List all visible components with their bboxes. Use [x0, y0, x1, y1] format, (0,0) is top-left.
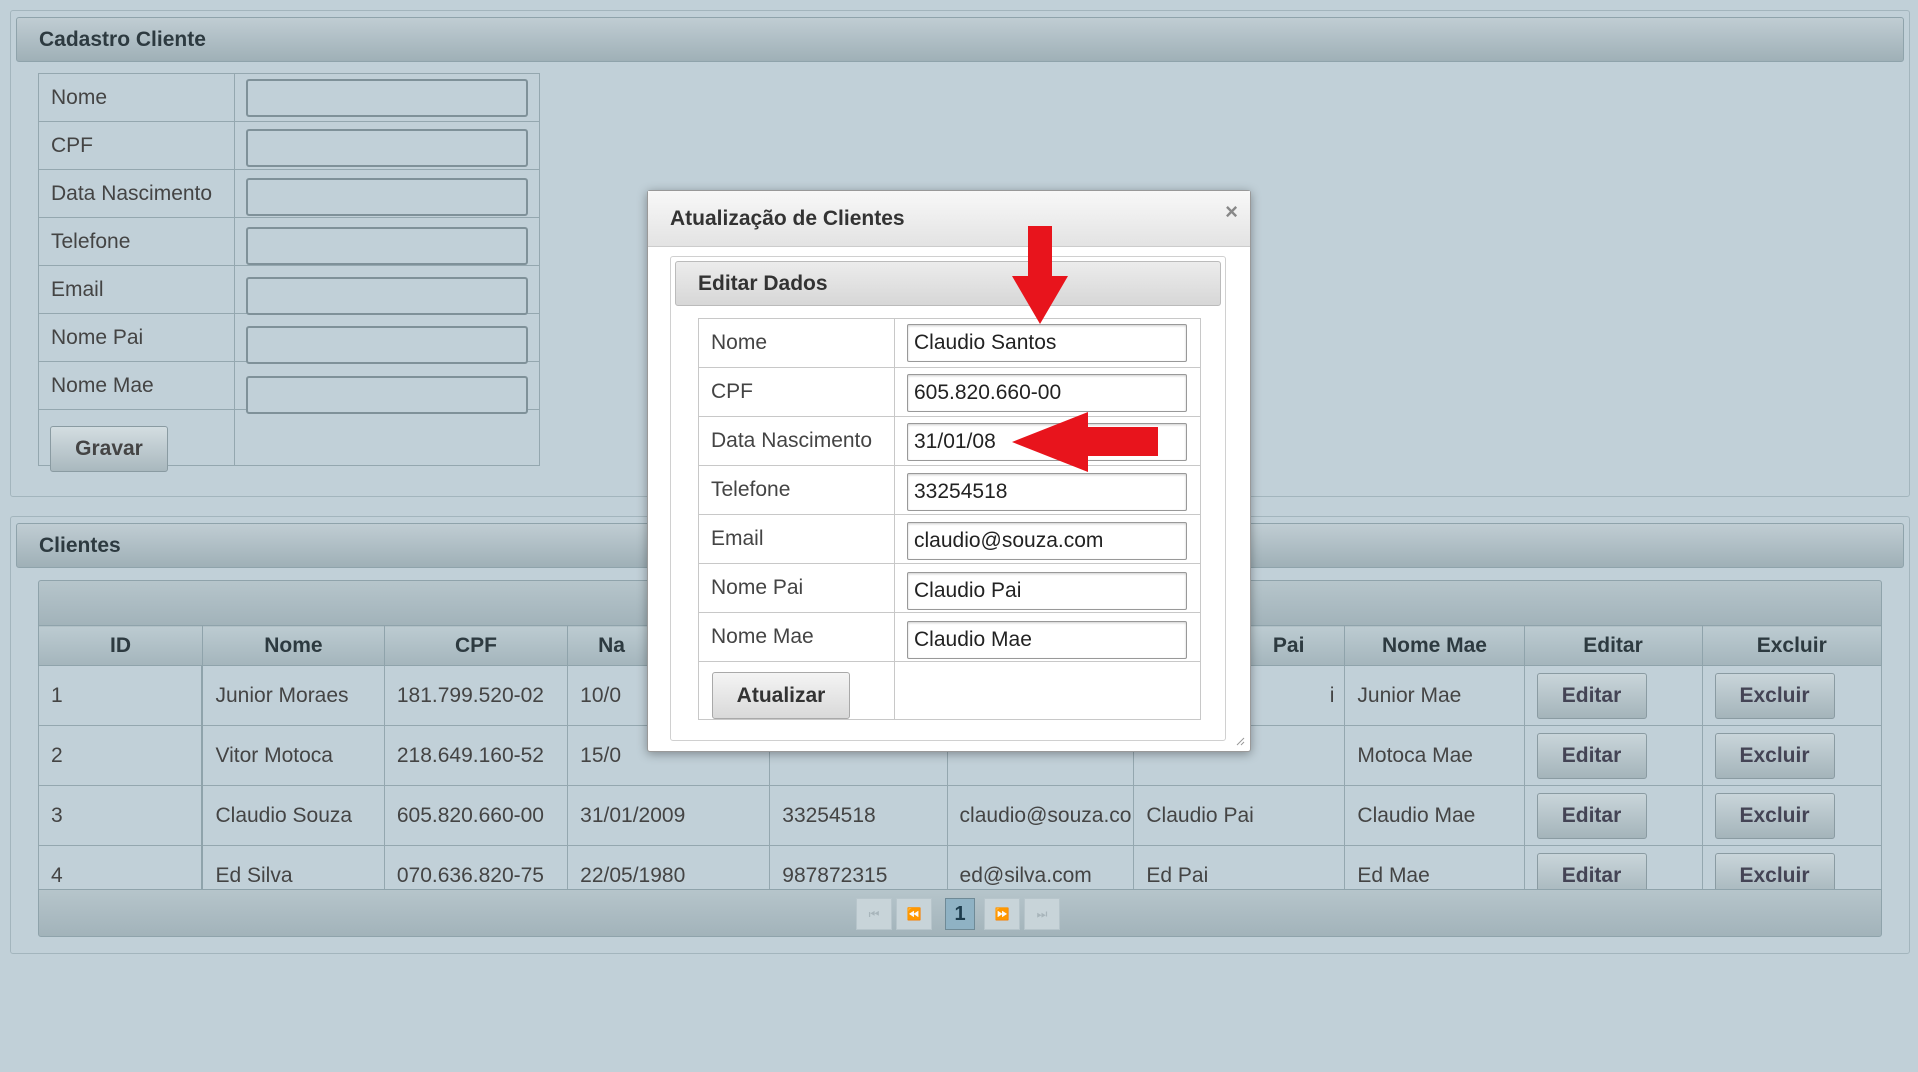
label-data-nascimento: Data Nascimento	[51, 181, 213, 205]
telefone-input[interactable]	[246, 227, 528, 265]
dlg-label-nome-mae: Nome Mae	[711, 625, 814, 648]
cell-email: claudio@souza.co	[947, 785, 1135, 846]
cell-cpf: 605.820.660-00	[384, 785, 569, 846]
col-cpf[interactable]: CPF	[383, 625, 569, 666]
dlg-label-data-nascimento: Data Nascimento	[711, 429, 873, 452]
cell-nome: Vitor Motoca	[202, 725, 385, 786]
dlg-email-input[interactable]	[907, 522, 1187, 560]
prev-page-button[interactable]: ⏪	[896, 898, 932, 930]
cpf-input[interactable]	[246, 129, 528, 167]
current-page-button[interactable]: 1	[945, 898, 975, 930]
nome-pai-input[interactable]	[246, 326, 528, 364]
cell-nascimento: 31/01/2009	[567, 785, 771, 846]
dlg-label-email: Email	[711, 527, 764, 550]
email-input[interactable]	[246, 277, 528, 315]
dlg-telefone-input[interactable]	[907, 473, 1187, 511]
arrow-left-icon	[1012, 412, 1158, 472]
label-nome-pai: Nome Pai	[51, 325, 144, 349]
editar-button[interactable]: Editar	[1536, 672, 1647, 719]
cell-nome: Claudio Souza	[202, 785, 385, 846]
arrow-down-icon	[1012, 226, 1068, 324]
resize-handle-icon[interactable]	[1235, 736, 1245, 746]
col-editar[interactable]: Editar	[1523, 625, 1703, 666]
cadastro-title: Cadastro Cliente	[39, 27, 206, 51]
data-nascimento-input[interactable]	[246, 178, 528, 216]
col-excluir[interactable]: Excluir	[1701, 625, 1883, 666]
dialog-titlebar: Atualização de Clientes	[648, 191, 1250, 247]
table-row[interactable]: 3 Claudio Souza 605.820.660-00 31/01/200…	[38, 785, 1883, 846]
nome-input[interactable]	[246, 79, 528, 117]
clientes-title: Clientes	[39, 533, 121, 557]
cell-id: 3	[38, 785, 204, 846]
dlg-label-cpf: CPF	[711, 380, 753, 403]
dlg-nome-mae-input[interactable]	[907, 621, 1187, 659]
col-id[interactable]: ID	[38, 625, 203, 666]
cell-nome-mae: Junior Mae	[1344, 665, 1525, 726]
dlg-nome-pai-input[interactable]	[907, 572, 1187, 610]
atualizacao-dialog: Atualização de Clientes × Editar Dados N…	[647, 190, 1251, 752]
gravar-button[interactable]: Gravar	[50, 426, 168, 472]
cell-nome-mae: Motoca Mae	[1344, 725, 1525, 786]
cadastro-header: Cadastro Cliente	[16, 17, 1904, 62]
cell-cpf: 181.799.520-02	[384, 665, 569, 726]
atualizar-button[interactable]: Atualizar	[712, 672, 850, 719]
dlg-label-nome: Nome	[711, 331, 768, 354]
cell-nome-pai: Claudio Pai	[1133, 785, 1346, 846]
label-nome: Nome	[51, 85, 108, 109]
dialog-title: Atualização de Clientes	[670, 206, 905, 230]
label-telefone: Telefone	[51, 229, 131, 253]
dlg-nome-input[interactable]	[907, 324, 1187, 362]
col-nome-mae[interactable]: Nome Mae	[1344, 625, 1525, 666]
next-page-button[interactable]: ⏩	[984, 898, 1020, 930]
nome-mae-input[interactable]	[246, 376, 528, 414]
editar-button[interactable]: Editar	[1536, 732, 1647, 779]
cell-cpf: 218.649.160-52	[384, 725, 569, 786]
cell-id: 1	[38, 665, 204, 726]
close-icon[interactable]: ×	[1225, 199, 1238, 225]
last-page-button[interactable]: ⏭	[1024, 898, 1060, 930]
col-nome[interactable]: Nome	[201, 625, 385, 666]
cell-nome: Junior Moraes	[202, 665, 385, 726]
cell-telefone: 33254518	[769, 785, 948, 846]
excluir-button[interactable]: Excluir	[1714, 732, 1835, 779]
dlg-label-nome-pai: Nome Pai	[711, 576, 804, 599]
cell-nome-mae: Claudio Mae	[1344, 785, 1525, 846]
dlg-label-telefone: Telefone	[711, 478, 791, 501]
editar-panel-title: Editar Dados	[698, 271, 828, 295]
excluir-button[interactable]: Excluir	[1714, 792, 1835, 839]
cell-id: 2	[38, 725, 204, 786]
dlg-cpf-input[interactable]	[907, 374, 1187, 412]
editar-panel-header: Editar Dados	[675, 261, 1221, 306]
first-page-button[interactable]: ⏮	[856, 898, 892, 930]
label-cpf: CPF	[51, 133, 93, 157]
editar-button[interactable]: Editar	[1536, 792, 1647, 839]
label-nome-mae: Nome Mae	[51, 373, 154, 397]
excluir-button[interactable]: Excluir	[1714, 672, 1835, 719]
label-email: Email	[51, 277, 104, 301]
